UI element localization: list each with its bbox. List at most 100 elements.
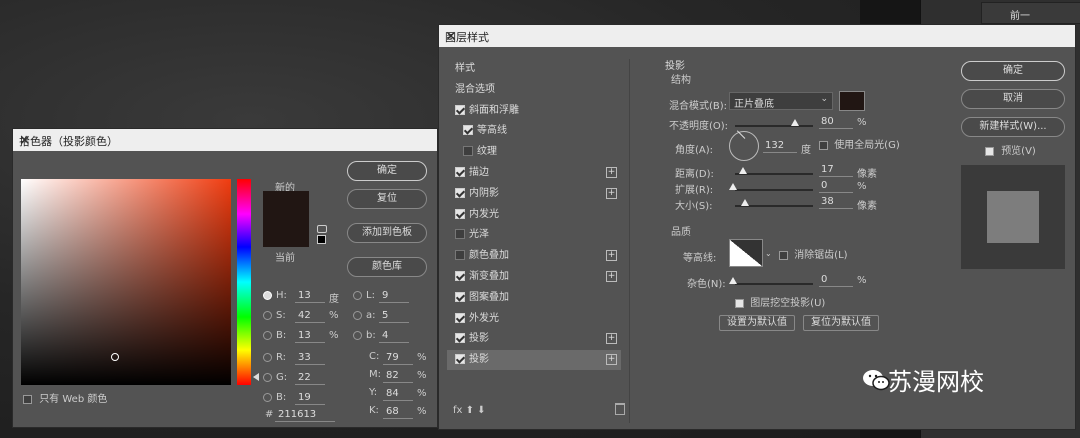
lab-l-radio[interactable] [353,290,362,300]
style-checkbox[interactable] [463,125,473,136]
lab-b-radio[interactable] [353,330,362,340]
close-icon[interactable]: ✕ [19,133,429,149]
saturation-input[interactable]: 42 [295,309,325,323]
preview-row[interactable]: 预览(V) [985,145,1036,159]
style-checkbox[interactable] [455,167,465,177]
style-list-item[interactable]: 内发光 [447,205,621,225]
blue-radio[interactable] [263,392,272,402]
style-list-item[interactable]: 颜色叠加 + [447,246,621,266]
add-effect-icon[interactable]: + [606,271,617,282]
opacity-slider-handle[interactable] [791,119,799,126]
blue-row[interactable]: B: [263,391,286,405]
color-picker-titlebar[interactable]: 拾色器（投影颜色） ✕ [13,129,437,151]
knockout-row[interactable]: 图层挖空投影(U) [735,297,825,311]
layer-style-titlebar[interactable]: 图层样式 ✕ [439,25,1075,47]
lab-a-input[interactable]: 5 [379,309,409,323]
style-list-item[interactable]: 混合选项 [447,80,621,100]
color-field-marker[interactable] [111,353,119,361]
style-list-item[interactable]: 外发光 [447,309,621,329]
style-list-item[interactable]: 斜面和浮雕 [447,101,621,121]
style-list-toolbar[interactable]: fx ⬆ ⬇ [453,405,486,416]
style-list-item[interactable]: 内阴影 + [447,184,621,204]
panel-tab[interactable]: 前一 [981,2,1080,24]
opacity-input[interactable]: 80 [819,115,853,129]
green-input[interactable]: 22 [295,371,325,385]
hue-row[interactable]: H: [263,289,287,303]
close-icon[interactable]: ✕ [445,29,1067,45]
lab-b-input[interactable]: 4 [379,329,409,343]
web-only-checkbox[interactable] [23,394,32,404]
cancel-button[interactable]: 取消 [961,89,1065,109]
spread-slider[interactable] [735,189,813,191]
anti-alias-checkbox[interactable] [779,250,788,260]
angle-dial[interactable] [729,130,759,161]
distance-input[interactable]: 17 [819,163,853,177]
contour-picker[interactable] [729,239,763,267]
brightness-input[interactable]: 13 [295,329,325,343]
ok-button[interactable]: 确定 [961,61,1065,81]
hue-slider-handle[interactable] [253,373,259,381]
style-checkbox[interactable] [455,250,465,261]
anti-alias-row[interactable]: 消除锯齿(L) [779,249,848,263]
web-only-row[interactable]: 只有 Web 颜色 [23,393,107,407]
style-list-item[interactable]: 渐变叠加 + [447,267,621,287]
angle-input[interactable]: 132 [763,139,797,153]
lab-l-row[interactable]: L: [353,289,375,303]
style-checkbox[interactable] [455,104,465,115]
style-checkbox[interactable] [455,354,465,365]
style-list-item[interactable]: 等高线 [447,121,621,141]
knockout-checkbox[interactable] [735,298,744,308]
style-checkbox[interactable] [455,229,465,240]
global-light-checkbox[interactable] [819,140,828,150]
add-to-swatches-button[interactable]: 添加到色板 [347,223,427,243]
hue-input[interactable]: 13 [295,289,325,303]
spread-slider-handle[interactable] [729,183,737,190]
add-effect-icon[interactable]: + [606,187,617,199]
noise-slider-handle[interactable] [729,277,737,284]
gamut-cube-icon[interactable] [317,225,327,233]
saturation-radio[interactable] [263,310,272,320]
trash-icon[interactable] [615,403,625,415]
add-effect-icon[interactable]: + [606,250,617,262]
yellow-input[interactable]: 84 [383,387,413,401]
noise-input[interactable]: 0 [819,273,853,287]
reset-button[interactable]: 复位 [347,189,427,209]
lab-l-input[interactable]: 9 [379,289,409,303]
style-checkbox[interactable] [455,333,465,344]
color-field[interactable] [21,179,231,385]
current-color-swatch[interactable] [263,219,309,247]
lab-a-radio[interactable] [353,310,362,320]
style-list-item[interactable]: 投影 + [447,350,621,371]
blue-input[interactable]: 19 [295,391,325,405]
style-list-item[interactable]: 纹理 [447,142,621,162]
green-radio[interactable] [263,372,272,382]
style-list-item[interactable]: 投影 + [447,329,621,349]
red-radio[interactable] [263,352,272,362]
black-input[interactable]: 68 [383,405,413,419]
color-libraries-button[interactable]: 颜色库 [347,257,427,277]
hue-slider[interactable] [237,179,251,385]
style-list-item[interactable]: 描边 + [447,163,621,183]
red-input[interactable]: 33 [295,351,325,365]
preview-checkbox[interactable] [985,146,994,156]
style-list-item[interactable]: 光泽 [447,225,621,245]
saturation-row[interactable]: S: [263,309,286,323]
lab-b-row[interactable]: b: [353,329,376,343]
hex-input[interactable]: 211613 [275,408,335,422]
add-effect-icon[interactable]: + [606,167,617,178]
size-input[interactable]: 38 [819,195,853,209]
chevron-down-icon[interactable]: ⌄ [765,249,772,258]
distance-slider-handle[interactable] [739,167,747,174]
brightness-row[interactable]: B: [263,329,286,343]
blend-mode-select[interactable]: 正片叠底 ⌄ [729,92,833,110]
spread-input[interactable]: 0 [819,179,853,193]
add-effect-icon[interactable]: + [606,333,617,345]
brightness-radio[interactable] [263,330,272,340]
green-row[interactable]: G: [263,371,287,385]
red-row[interactable]: R: [263,351,286,365]
style-checkbox[interactable] [455,291,465,302]
noise-slider[interactable] [735,283,813,285]
style-checkbox[interactable] [455,271,465,281]
ok-button[interactable]: 确定 [347,161,427,181]
hue-radio[interactable] [263,290,272,300]
